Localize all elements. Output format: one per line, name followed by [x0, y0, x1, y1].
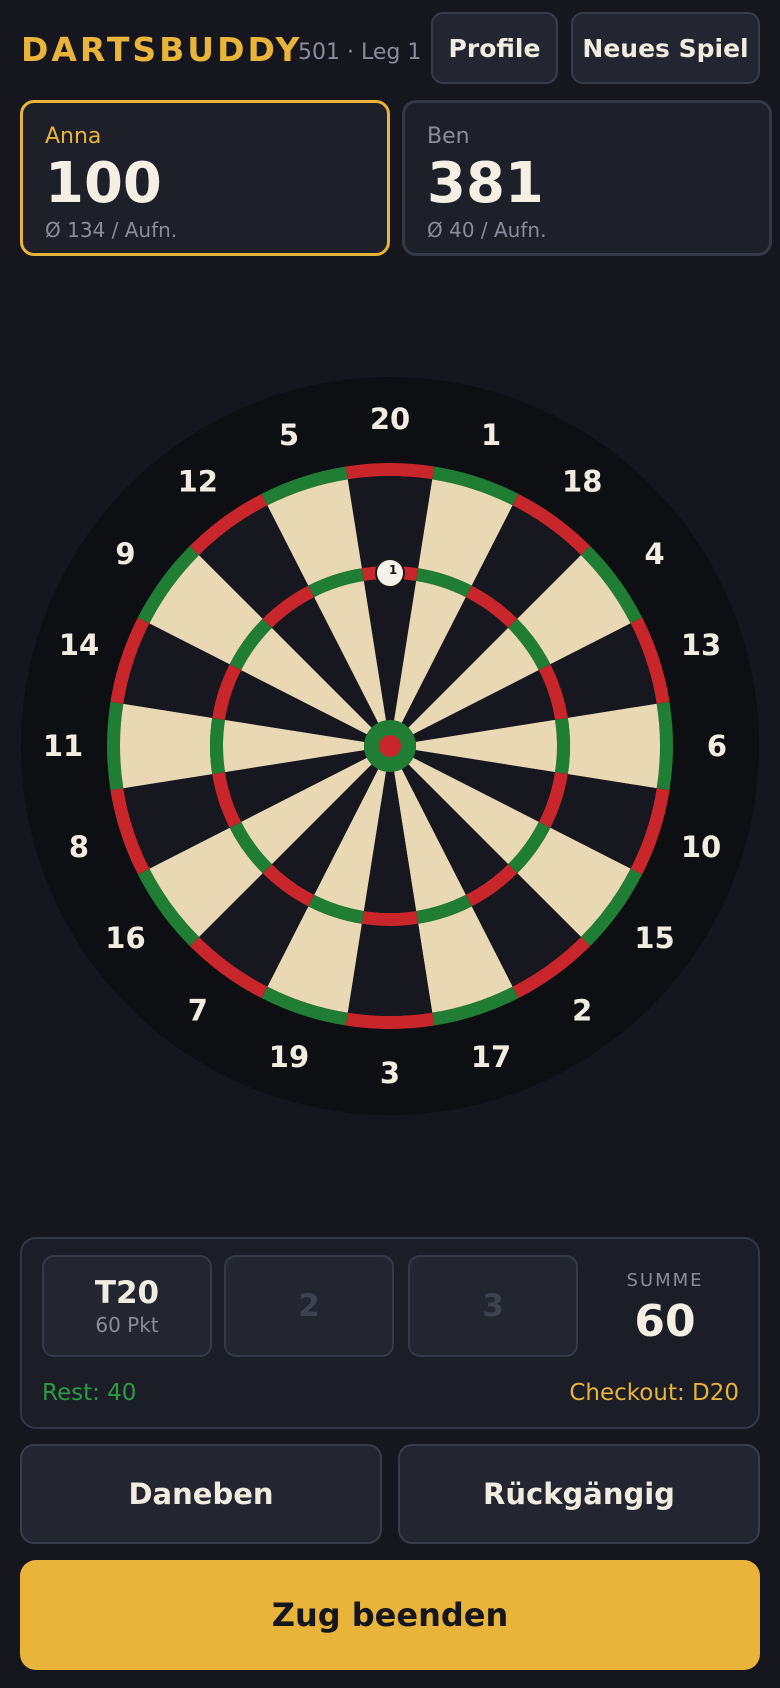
rest-label: Rest: 40 [42, 1380, 137, 1406]
dart-slot-2[interactable]: 2 [224, 1255, 394, 1357]
player-card-ben: Ben 381 Ø 40 / Aufn. [402, 100, 772, 256]
board-number-9: 9 [115, 537, 135, 571]
undo-button[interactable]: Rückgängig [398, 1444, 760, 1544]
player-average: Ø 134 / Aufn. [45, 218, 178, 242]
dart-2-placeholder: 2 [298, 1288, 320, 1324]
board-number-11: 11 [43, 729, 83, 763]
board-number-1: 1 [481, 418, 501, 452]
dartboard[interactable]: 20 1 18 4 13 6 10 15 2 17 3 19 7 16 8 11 14 9 12 5 1 [20, 376, 760, 1116]
new-game-button[interactable]: Neues Spiel [571, 12, 760, 84]
board-number-13: 13 [681, 628, 721, 662]
sum-label: SUMME [626, 1270, 704, 1291]
board-number-5: 5 [279, 418, 299, 452]
dart-marker-label: 1 [389, 563, 397, 577]
player-name: Anna [45, 124, 102, 149]
outer-single-3 [347, 923, 433, 1016]
board-number-16: 16 [105, 921, 145, 955]
dart-slot-1[interactable]: T20 60 Pkt [42, 1255, 212, 1357]
board-number-20: 20 [370, 402, 410, 436]
board-number-14: 14 [59, 628, 99, 662]
dart-1-points: 60 Pkt [95, 1313, 159, 1337]
end-turn-button[interactable]: Zug beenden [20, 1560, 760, 1670]
checkout-hint: Checkout: D20 [569, 1380, 739, 1406]
dart-3-placeholder: 3 [482, 1288, 504, 1324]
board-number-2: 2 [572, 994, 592, 1028]
outer-single-11 [120, 703, 213, 789]
board-number-4: 4 [644, 537, 664, 571]
app-title: DARTSBUDDY [21, 30, 303, 69]
outer-single-6 [567, 703, 660, 789]
triple-ring-11 [210, 717, 226, 775]
board-number-8: 8 [69, 830, 89, 864]
triple-ring-6 [554, 717, 570, 775]
player-card-anna: Anna 100 Ø 134 / Aufn. [20, 100, 390, 256]
board-number-19: 19 [269, 1040, 309, 1074]
profile-button[interactable]: Profile [431, 12, 558, 84]
miss-button[interactable]: Daneben [20, 1444, 382, 1544]
player-score: 381 [427, 151, 544, 216]
triple-ring-3 [361, 910, 419, 926]
board-number-7: 7 [188, 994, 208, 1028]
dart-slot-3[interactable]: 3 [408, 1255, 578, 1357]
game-mode-label: 501 · Leg 1 [298, 40, 422, 65]
board-number-6: 6 [707, 729, 727, 763]
dartboard-svg[interactable]: 20 1 18 4 13 6 10 15 2 17 3 19 7 16 8 11 14 9 12 5 1 [20, 376, 760, 1116]
board-number-12: 12 [178, 464, 218, 498]
sum-value: 60 [634, 1296, 696, 1347]
board-number-10: 10 [681, 830, 721, 864]
dart-1-segment: T20 [94, 1275, 160, 1311]
player-average: Ø 40 / Aufn. [427, 218, 547, 242]
player-name: Ben [427, 124, 470, 149]
board-number-15: 15 [634, 921, 674, 955]
player-score: 100 [45, 151, 162, 216]
board-number-18: 18 [562, 464, 602, 498]
bullseye [379, 735, 401, 757]
board-number-17: 17 [471, 1040, 511, 1074]
board-number-3: 3 [380, 1056, 400, 1090]
outer-single-20 [347, 476, 433, 569]
